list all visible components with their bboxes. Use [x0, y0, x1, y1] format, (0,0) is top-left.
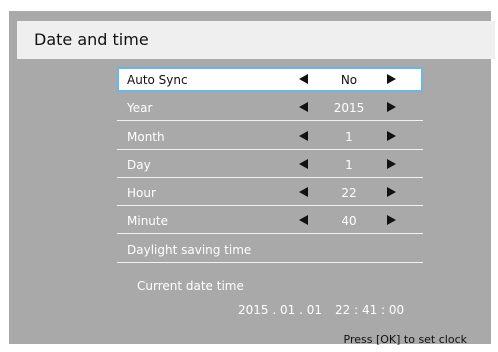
menu-row-year[interactable]: Year 2015: [117, 96, 423, 121]
triangle-left-icon[interactable]: [299, 102, 308, 112]
triangle-right-icon[interactable]: [387, 102, 396, 112]
triangle-right-icon[interactable]: [387, 215, 396, 225]
set-clock-hint: Press [OK] to set clock: [343, 333, 468, 346]
menu-row-day[interactable]: Day 1: [117, 153, 423, 178]
menu-row-hour[interactable]: Hour 22: [117, 181, 423, 206]
menu-row-month[interactable]: Month 1: [117, 125, 423, 150]
triangle-right-icon[interactable]: [387, 74, 396, 84]
triangle-left-icon[interactable]: [299, 159, 308, 169]
hour-value: 22: [341, 186, 357, 200]
triangle-left-icon[interactable]: [299, 74, 308, 84]
page-title: Date and time: [34, 30, 149, 49]
osd-screen: Date and time Auto Sync No Year 2015 Mon…: [9, 11, 495, 346]
triangle-left-icon[interactable]: [299, 187, 308, 197]
triangle-left-icon[interactable]: [299, 215, 308, 225]
month-value: 1: [345, 130, 353, 144]
current-date-value: 2015 . 01 . 01: [238, 303, 322, 317]
daylight-saving-label: Daylight saving time: [127, 243, 252, 257]
menu-row-daylight-saving[interactable]: Daylight saving time: [117, 238, 423, 263]
day-value: 1: [345, 158, 353, 172]
current-date-time-label: Current date time: [137, 279, 244, 293]
triangle-right-icon[interactable]: [387, 187, 396, 197]
title-bar: Date and time: [17, 21, 495, 59]
current-time-value: 22 : 41 : 00: [335, 303, 405, 317]
triangle-right-icon[interactable]: [387, 131, 396, 141]
year-label: Year: [127, 101, 153, 115]
auto-sync-label: Auto Sync: [127, 73, 188, 87]
auto-sync-value: No: [340, 73, 358, 87]
triangle-left-icon[interactable]: [299, 131, 308, 141]
menu-row-minute[interactable]: Minute 40: [117, 209, 423, 234]
triangle-right-icon[interactable]: [387, 159, 396, 169]
minute-label: Minute: [127, 214, 168, 228]
year-value: 2015: [333, 101, 365, 115]
menu-row-auto-sync[interactable]: Auto Sync No: [117, 67, 423, 92]
minute-value: 40: [341, 214, 357, 228]
month-label: Month: [127, 130, 165, 144]
hour-label: Hour: [127, 186, 156, 200]
day-label: Day: [127, 158, 151, 172]
